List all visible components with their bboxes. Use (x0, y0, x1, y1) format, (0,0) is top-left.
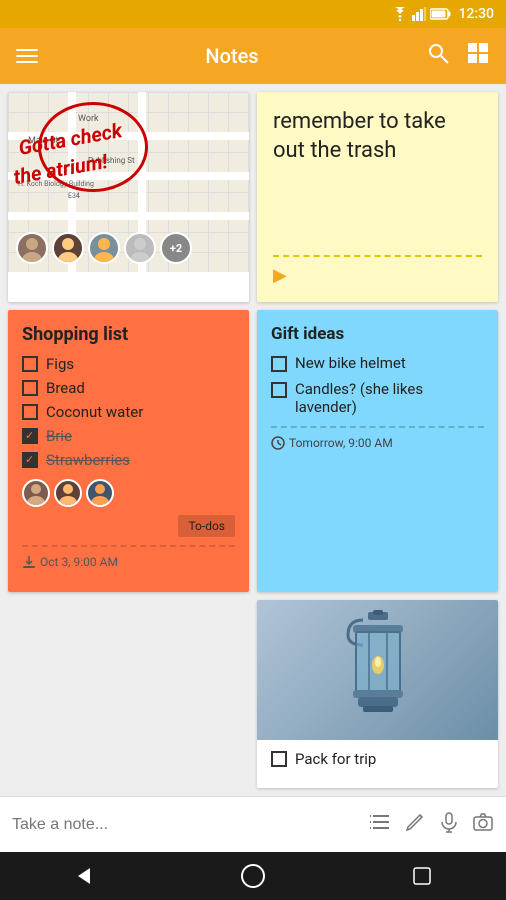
camera-icon[interactable] (472, 811, 494, 838)
gift-divider (271, 426, 484, 428)
microphone-icon[interactable] (438, 811, 460, 838)
gift-time-text: Tomorrow, 9:00 AM (289, 436, 393, 450)
time-display: 12:30 (458, 6, 494, 22)
shopping-item-coconut[interactable]: Coconut water (22, 403, 235, 421)
lantern-image (257, 600, 498, 740)
battery-icon (430, 8, 452, 20)
coconut-label: Coconut water (46, 403, 143, 421)
input-bar (0, 796, 506, 852)
wifi-icon (392, 7, 408, 21)
avatar-3 (88, 232, 120, 264)
shopping-item-bread[interactable]: Bread (22, 379, 235, 397)
shopping-footer: To-dos (22, 515, 235, 537)
trip-label: Pack for trip (295, 750, 376, 768)
signal-icon (412, 7, 426, 21)
search-button[interactable] (426, 41, 450, 71)
lantern-bottom: Pack for trip (257, 740, 498, 778)
note-divider (273, 255, 482, 257)
note-input[interactable] (12, 816, 358, 834)
bread-label: Bread (46, 379, 85, 397)
gift-note-card[interactable]: Gift ideas New bike helmet Candles? (she… (257, 310, 498, 593)
avatar-4 (124, 232, 156, 264)
grid-button[interactable] (466, 41, 490, 71)
bread-checkbox[interactable] (22, 380, 38, 396)
pack-trip-item[interactable]: Pack for trip (271, 750, 484, 768)
gift-time: Tomorrow, 9:00 AM (271, 436, 484, 450)
download-icon (22, 555, 36, 569)
back-button[interactable] (64, 856, 104, 896)
gift-item-helmet[interactable]: New bike helmet (271, 354, 484, 372)
shopping-list-card[interactable]: Shopping list Figs Bread Coconut water B… (8, 310, 249, 593)
menu-button[interactable] (16, 49, 38, 63)
candles-checkbox[interactable] (271, 382, 287, 398)
toolbar-title: Notes (54, 44, 410, 68)
shopping-date-text: Oct 3, 9:00 AM (40, 555, 118, 569)
trip-checkbox[interactable] (271, 751, 287, 767)
candles-label: Candles? (she likes lavender) (295, 380, 484, 416)
map-note-card[interactable]: Work Main St Publishing St H. Koch Biolo… (8, 92, 249, 302)
clock-icon (271, 436, 285, 450)
shop-avatar-3 (86, 479, 114, 507)
shopping-item-brie[interactable]: Brie (22, 427, 235, 445)
shopping-date: Oct 3, 9:00 AM (22, 555, 235, 569)
status-icons (392, 7, 452, 21)
todos-badge: To-dos (178, 515, 235, 537)
nav-bar (0, 852, 506, 900)
avatar-1 (16, 232, 48, 264)
map-avatars: +2 (16, 232, 192, 264)
toolbar: Notes (0, 28, 506, 84)
helmet-label: New bike helmet (295, 354, 406, 372)
shopping-item-strawberries[interactable]: Strawberries (22, 451, 235, 469)
status-bar: 12:30 (0, 0, 506, 28)
yellow-note-card[interactable]: remember to take out the trash ▶ (257, 92, 498, 302)
home-circle (241, 864, 265, 888)
shopping-item-figs[interactable]: Figs (22, 355, 235, 373)
helmet-checkbox[interactable] (271, 356, 287, 372)
shopping-divider (22, 545, 235, 547)
shopping-avatars (22, 479, 235, 507)
notes-grid: Work Main St Publishing St H. Koch Biolo… (0, 84, 506, 796)
shopping-list-title: Shopping list (22, 324, 235, 345)
lantern-note-card[interactable]: Pack for trip (257, 600, 498, 788)
brie-checkbox[interactable] (22, 428, 38, 444)
avatar-2 (52, 232, 84, 264)
figs-label: Figs (46, 355, 74, 373)
pencil-icon[interactable] (404, 811, 426, 838)
map-image: Work Main St Publishing St H. Koch Biolo… (8, 92, 249, 272)
gift-title: Gift ideas (271, 324, 484, 344)
avatar-plus: +2 (160, 232, 192, 264)
lantern-svg (338, 610, 418, 730)
shop-avatar-2 (54, 479, 82, 507)
strawberries-checkbox[interactable] (22, 452, 38, 468)
gift-item-candles[interactable]: Candles? (she likes lavender) (271, 380, 484, 416)
list-icon[interactable] (370, 811, 392, 838)
coconut-checkbox[interactable] (22, 404, 38, 420)
brie-label: Brie (46, 427, 72, 445)
strawberries-label: Strawberries (46, 451, 130, 469)
home-button[interactable] (233, 856, 273, 896)
play-icon[interactable]: ▶ (273, 265, 482, 286)
shop-avatar-1 (22, 479, 50, 507)
yellow-note-text: remember to take out the trash (273, 108, 482, 243)
figs-checkbox[interactable] (22, 356, 38, 372)
recent-button[interactable] (402, 856, 442, 896)
